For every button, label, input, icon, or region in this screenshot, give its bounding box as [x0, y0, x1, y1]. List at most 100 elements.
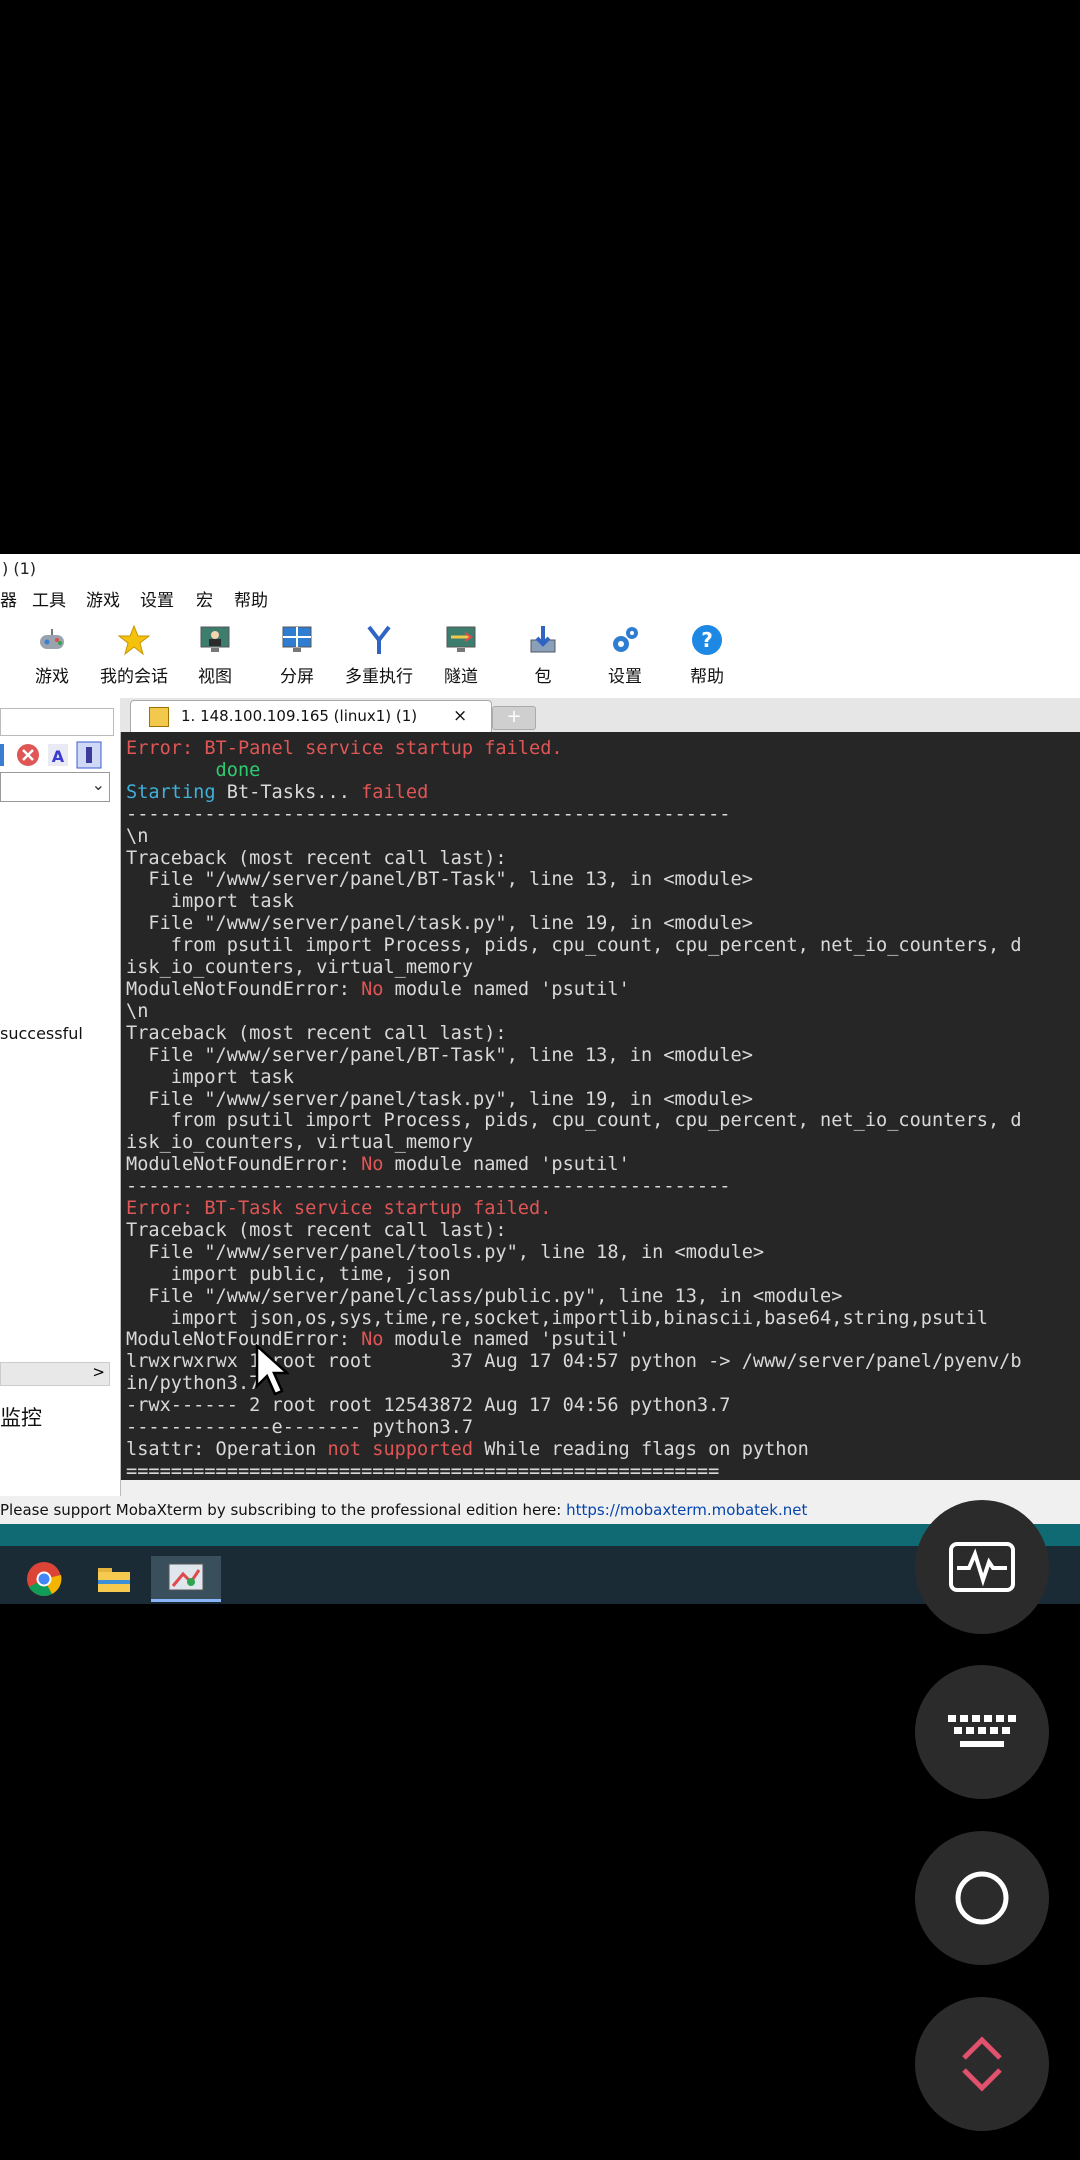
terminal-line: import json,os,sys,time,re,socket,import… [126, 1308, 1080, 1330]
activity-monitor-button[interactable] [915, 1500, 1049, 1634]
toolbar-packages-button[interactable]: 包 [498, 624, 588, 687]
split-screen-icon [282, 626, 312, 652]
terminal-text: Error: BT-Panel service startup failed. [126, 738, 563, 759]
terminal-text: from psutil import Process, pids, cpu_co… [126, 1110, 1022, 1132]
wrench-icon [149, 707, 169, 727]
terminal-text: File "/www/server/panel/class/public.py"… [126, 1285, 843, 1307]
sidebar-filter-select[interactable]: ⌄ [0, 772, 110, 802]
terminal-line: lsattr: Operation not supported While re… [126, 1439, 1080, 1461]
toolbar: 游戏 我的会话 视图 分屏 多重执行 隧道 包 设置 ? 帮助 [0, 618, 1080, 699]
terminal-line: ----------------------------------------… [126, 1176, 1080, 1198]
toolbar-split-button[interactable]: 分屏 [252, 624, 342, 687]
mobatek-link[interactable]: https://mobaxterm.mobatek.net [566, 1501, 807, 1519]
terminal-text: File "/www/server/panel/BT-Task", line 1… [126, 1044, 753, 1066]
rename-icon[interactable]: A [48, 744, 68, 766]
terminal-line: Error: BT-Task service startup failed. [126, 1198, 1080, 1220]
toolbar-settings-button[interactable]: 设置 [580, 624, 670, 687]
keyboard-button[interactable] [915, 1665, 1049, 1799]
sidebar-status-text: successful [0, 1024, 83, 1043]
delete-icon[interactable] [17, 744, 39, 766]
terminal-text: File "/www/server/panel/BT-Task", line 1… [126, 869, 753, 891]
activity-monitor-icon [949, 1542, 1015, 1592]
toolbar-help-button[interactable]: ? 帮助 [662, 624, 752, 687]
sidebar-toolbar: A [0, 741, 102, 769]
terminal-text: lsattr: Operation [126, 1439, 328, 1460]
terminal-line: ModuleNotFoundError: No module named 'ps… [126, 979, 1080, 1001]
menu-games[interactable]: 游戏 [86, 584, 120, 618]
mobaxterm-window: ) (1) 器 工具 游戏 设置 宏 帮助 游戏 我的会话 视图 分屏 多重执行 [0, 554, 1080, 1524]
terminal-text: Traceback (most recent call last): [126, 847, 507, 869]
terminal-line: ModuleNotFoundError: No module named 'ps… [126, 1154, 1080, 1176]
tab-bar: 1. 148.100.109.165 (linux1) (1) × + [120, 698, 1080, 733]
file-explorer-icon [98, 1568, 130, 1592]
sidebar-edge-icon [0, 744, 4, 766]
terminal-text: import public, time, json [126, 1263, 451, 1285]
menu-macro[interactable]: 宏 [196, 584, 213, 618]
terminal-text: File "/www/server/panel/task.py", line 1… [126, 1088, 753, 1110]
terminal-text: not supported [327, 1439, 474, 1460]
toolbar-sessions-button[interactable]: 我的会话 [89, 624, 179, 687]
toolbar-view-button[interactable]: 视图 [170, 624, 260, 687]
terminal-text: File "/www/server/panel/tools.py", line … [126, 1241, 765, 1263]
terminal-line: File "/www/server/panel/BT-Task", line 1… [126, 869, 1080, 891]
terminal-text: Traceback (most recent call last): [126, 1022, 507, 1044]
toolbar-games-button[interactable]: 游戏 [7, 624, 97, 687]
toolbar-tunnel-button[interactable]: 隧道 [416, 624, 506, 687]
terminal-line: isk_io_counters, virtual_memory [126, 1132, 1080, 1154]
mouse-cursor-icon [255, 1344, 289, 1396]
terminal-text: in/python3.7 [126, 1373, 261, 1395]
taskbar-mobaxterm[interactable] [151, 1556, 221, 1602]
terminal-line: Traceback (most recent call last): [126, 848, 1080, 870]
terminal-text: import task [126, 1066, 294, 1088]
terminal-line: ----------------------------------------… [126, 804, 1080, 826]
terminal-text: ModuleNotFoundError: [126, 978, 362, 1000]
chevron-down-icon: ⌄ [91, 775, 105, 794]
svg-text:A: A [52, 747, 65, 766]
tab-session-1[interactable]: 1. 148.100.109.165 (linux1) (1) × [130, 700, 492, 733]
status-text: Please support MobaXterm by subscribing … [0, 1501, 567, 1519]
terminal-line: \n [126, 1001, 1080, 1023]
terminal-text: ========================================… [126, 1460, 720, 1480]
menu-settings[interactable]: 设置 [140, 584, 174, 618]
terminal-text: module named 'psutil' [383, 1329, 630, 1351]
terminal-line: isk_io_counters, virtual_memory [126, 957, 1080, 979]
terminal-line: import public, time, json [126, 1264, 1080, 1286]
fork-icon [367, 625, 391, 654]
terminal-text: ----------------------------------------… [126, 803, 731, 825]
terminal-text: isk_io_counters, virtual_memory [126, 1132, 474, 1154]
sidebar-scrollbar[interactable]: > [0, 1362, 110, 1386]
gears-icon [613, 627, 638, 652]
terminal-line: done [126, 760, 1080, 782]
terminal-text: module named 'psutil' [383, 1154, 630, 1176]
taskbar-file-explorer[interactable] [86, 1556, 142, 1602]
terminal-text: import json,os,sys,time,re,socket,import… [126, 1307, 988, 1329]
help-icon: ? [692, 625, 722, 655]
star-icon [118, 624, 150, 656]
home-circle-button[interactable] [915, 1831, 1049, 1965]
menu-help[interactable]: 帮助 [234, 584, 268, 618]
terminal-line: ========================================… [126, 1461, 1080, 1480]
sidebar-path-input[interactable] [0, 708, 114, 736]
terminal-line: Starting Bt-Tasks... failed [126, 782, 1080, 804]
terminal-text: ModuleNotFoundError: [126, 1329, 362, 1351]
terminal-line: File "/www/server/panel/task.py", line 1… [126, 913, 1080, 935]
monitor-user-icon [200, 626, 230, 652]
menu-tools[interactable]: 工具 [32, 584, 66, 618]
terminal-line: File "/www/server/panel/task.py", line 1… [126, 1089, 1080, 1111]
properties-icon[interactable] [76, 741, 102, 769]
scroll-toggle-button[interactable] [915, 1997, 1049, 2131]
close-tab-icon[interactable]: × [453, 701, 467, 731]
up-down-arrows-icon [962, 2036, 1002, 2092]
terminal-text: -rwx------ 2 root root 12543872 Aug 17 0… [126, 1395, 731, 1417]
terminal-text: File "/www/server/panel/task.py", line 1… [126, 913, 753, 935]
menu-item[interactable]: 器 [0, 584, 17, 618]
svg-text:?: ? [701, 628, 713, 652]
taskbar-chrome[interactable] [16, 1556, 72, 1602]
tunnel-icon [446, 626, 476, 652]
terminal-line: Error: BT-Panel service startup failed. [126, 738, 1080, 760]
terminal-text: \n [126, 825, 149, 847]
terminal-text: No [361, 1154, 384, 1176]
new-tab-button[interactable]: + [492, 706, 536, 730]
toolbar-multiexec-button[interactable]: 多重执行 [334, 624, 424, 687]
sidebar-monitor-label[interactable]: 监控 [0, 1402, 42, 1432]
